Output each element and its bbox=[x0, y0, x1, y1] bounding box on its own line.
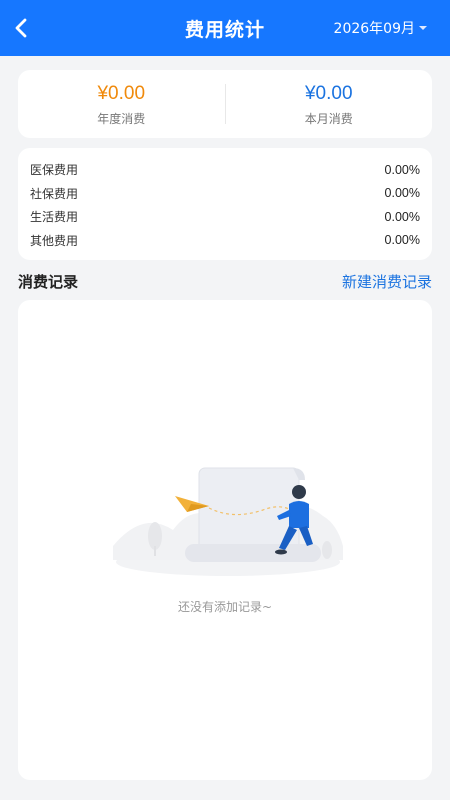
records-section-title: 消费记录 bbox=[18, 272, 79, 291]
new-record-button[interactable]: 新建消费记录 bbox=[342, 271, 432, 292]
summary-card: ¥0.00 年度消费 ¥0.00 本月消费 bbox=[18, 70, 432, 138]
breakdown-label: 其他费用 bbox=[30, 233, 79, 248]
yearly-label: 年度消费 bbox=[97, 112, 146, 126]
breakdown-row-medical: 医保费用 0.00% bbox=[30, 158, 420, 182]
dropdown-icon bbox=[419, 26, 427, 30]
yearly-amount: ¥0.00 bbox=[97, 83, 146, 104]
breakdown-percent: 0.00% bbox=[384, 186, 420, 201]
breakdown-percent: 0.00% bbox=[384, 209, 420, 224]
breakdown-label: 社保费用 bbox=[30, 186, 79, 201]
breakdown-label: 生活费用 bbox=[30, 210, 79, 225]
breakdown-row-other: 其他费用 0.00% bbox=[30, 229, 420, 253]
breakdown-row-living: 生活费用 0.00% bbox=[30, 205, 420, 229]
monthly-label: 本月消费 bbox=[304, 112, 353, 126]
month-selector[interactable]: 2026年09月 bbox=[334, 18, 428, 38]
monthly-amount: ¥0.00 bbox=[304, 83, 353, 104]
breakdown-label: 医保费用 bbox=[30, 163, 79, 178]
breakdown-row-social: 社保费用 0.00% bbox=[30, 182, 420, 206]
records-section-header: 消费记录 新建消费记录 bbox=[18, 268, 432, 294]
empty-state-text: 还没有添加记录~ bbox=[177, 600, 273, 614]
expense-breakdown-card: 医保费用 0.00% 社保费用 0.00% 生活费用 0.00% 其他费用 0.… bbox=[18, 148, 432, 260]
breakdown-percent: 0.00% bbox=[384, 233, 420, 248]
breakdown-percent: 0.00% bbox=[384, 162, 420, 177]
monthly-summary: ¥0.00 本月消费 bbox=[226, 70, 433, 138]
records-list-card: 还没有添加记录~ bbox=[18, 300, 432, 780]
yearly-summary: ¥0.00 年度消费 bbox=[18, 70, 225, 138]
app-header: 费用统计 2026年09月 bbox=[0, 0, 450, 56]
empty-state-illustration bbox=[113, 467, 343, 576]
selected-month: 2026年09月 bbox=[333, 21, 415, 37]
